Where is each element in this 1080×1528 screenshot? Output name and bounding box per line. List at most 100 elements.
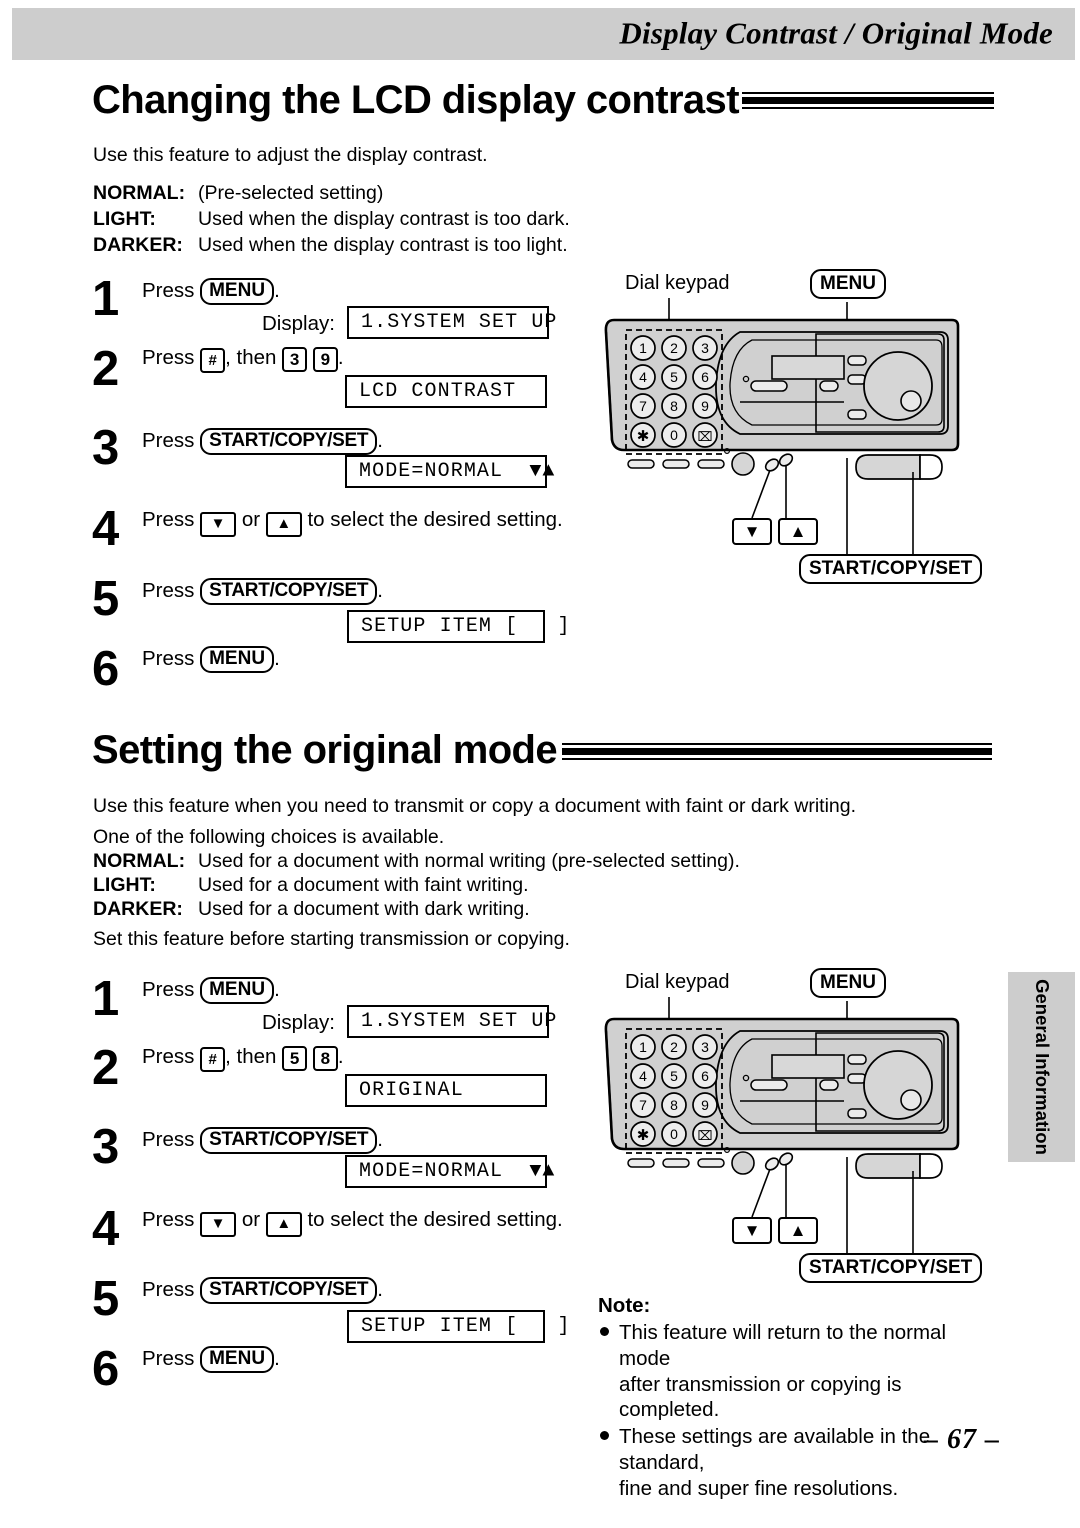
- outro-text-2: Set this feature before starting transmi…: [93, 928, 570, 950]
- press-word: Press: [142, 1347, 195, 1370]
- bullet-icon: [600, 1431, 609, 1441]
- step-tail: to select the desired setting.: [307, 508, 563, 531]
- step-tail: to select the desired setting.: [307, 1208, 563, 1231]
- lcd-display-1: 1.SYSTEM SET UP: [347, 306, 556, 339]
- step-tail: .: [274, 279, 280, 302]
- svg-text:✱: ✱: [637, 1127, 650, 1144]
- svg-text:✱: ✱: [637, 428, 650, 445]
- down-arrow-key-button[interactable]: ▼: [200, 1212, 237, 1237]
- definition-desc: Used when the display contrast is too li…: [198, 234, 568, 256]
- press-word: Press: [142, 1045, 195, 1068]
- start-copy-set-key-button[interactable]: START/COPY/SET: [200, 578, 378, 605]
- step-text-4b: Press ▼ or ▲ to select the desired setti…: [142, 1208, 563, 1237]
- press-word: Press: [142, 1208, 195, 1231]
- step-tail: .: [337, 346, 344, 369]
- step-text-3b: Press START/COPY/SET.: [142, 1127, 383, 1154]
- svg-text:4: 4: [639, 369, 647, 385]
- press-word: Press: [142, 508, 195, 531]
- fax-machine-figure-2: Dial keypad MENU START/COPY/SET 12 3 4 5…: [600, 961, 1000, 1291]
- menu-key-button[interactable]: MENU: [200, 646, 275, 673]
- press-word: Press: [142, 346, 195, 369]
- step-number-1b: 1: [92, 972, 119, 1026]
- digit-key-button-second[interactable]: 9: [312, 347, 338, 372]
- definition-desc: Used for a document with dark writing.: [198, 898, 530, 920]
- up-arrow-key-button[interactable]: ▲: [265, 512, 302, 537]
- step-text-4: Press ▼ or ▲ to select the desired setti…: [142, 508, 563, 537]
- down-arrow-key-button[interactable]: ▼: [200, 512, 237, 537]
- step-number-2: 2: [92, 342, 119, 396]
- step-number-3: 3: [92, 421, 119, 475]
- start-copy-set-key-button[interactable]: START/COPY/SET: [200, 1277, 378, 1304]
- digit-key-button-first[interactable]: 5: [282, 1046, 308, 1071]
- menu-key-button[interactable]: MENU: [200, 1346, 275, 1373]
- press-word: Press: [142, 1128, 195, 1151]
- step-number-5: 5: [92, 572, 119, 626]
- definition-desc: (Pre-selected setting): [198, 182, 384, 204]
- digit-key-button-first[interactable]: 3: [282, 347, 308, 372]
- digit-key-button-second[interactable]: 8: [312, 1046, 338, 1071]
- definition-row-normal-2: NORMAL: Used for a document with normal w…: [93, 848, 740, 874]
- definition-row-light-2: LIGHT: Used for a document with faint wri…: [93, 872, 529, 898]
- note-line-1: These settings are available in the stan…: [619, 1425, 931, 1475]
- step-number-4: 4: [92, 502, 119, 556]
- display-label-2: Display:: [262, 1011, 335, 1034]
- step-text-5b: Press START/COPY/SET.: [142, 1277, 383, 1304]
- step-text-6b: Press MENU.: [142, 1346, 280, 1373]
- hash-key-button[interactable]: #: [200, 348, 226, 373]
- press-word: Press: [142, 579, 195, 602]
- down-arrow-callout-key: ▼: [732, 518, 772, 545]
- step-number-6b: 6: [92, 1342, 119, 1396]
- step-tail: .: [377, 429, 383, 452]
- definition-row-darker-2: DARKER: Used for a document with dark wri…: [93, 896, 530, 922]
- press-word: Press: [142, 279, 195, 302]
- down-arrow-callout-key: ▼: [732, 1217, 772, 1244]
- note-item-1: This feature will return to the normal m…: [598, 1320, 998, 1423]
- lcd-display-2: LCD CONTRAST: [345, 375, 547, 408]
- definition-term: LIGHT:: [93, 874, 156, 896]
- intro-text-2: Use this feature when you need to transm…: [93, 795, 857, 817]
- start-copy-set-key-button[interactable]: START/COPY/SET: [200, 428, 378, 455]
- heading-rule: [742, 92, 994, 109]
- step-number-2b: 2: [92, 1041, 119, 1095]
- svg-text:6: 6: [701, 1068, 709, 1084]
- svg-text:3: 3: [701, 340, 709, 356]
- step-tail: .: [377, 579, 383, 602]
- svg-text:6: 6: [701, 369, 709, 385]
- step-number-6: 6: [92, 642, 119, 696]
- step-text-6: Press MENU.: [142, 646, 280, 673]
- svg-text:⌧: ⌧: [698, 1128, 713, 1143]
- svg-text:2: 2: [670, 1039, 678, 1055]
- start-copy-set-key-button[interactable]: START/COPY/SET: [200, 1127, 378, 1154]
- svg-text:9: 9: [701, 1097, 709, 1113]
- hash-key-button[interactable]: #: [200, 1047, 226, 1072]
- step-tail: .: [274, 647, 280, 670]
- note-line-2: fine and super fine resolutions.: [619, 1476, 899, 1500]
- section-heading-original-mode: Setting the original mode: [92, 728, 558, 772]
- svg-text:9: 9: [701, 398, 709, 414]
- svg-text:5: 5: [670, 1068, 678, 1084]
- up-arrow-callout-key: ▲: [778, 1217, 818, 1244]
- step-number-4b: 4: [92, 1202, 119, 1256]
- svg-text:0: 0: [670, 427, 678, 443]
- definition-term: DARKER:: [93, 898, 183, 920]
- press-word: Press: [142, 978, 195, 1001]
- menu-key-button[interactable]: MENU: [200, 977, 275, 1004]
- up-arrow-key-button[interactable]: ▲: [265, 1212, 302, 1237]
- svg-text:8: 8: [670, 398, 678, 414]
- step-number-5b: 5: [92, 1272, 119, 1326]
- or-word: or: [241, 508, 261, 531]
- menu-key-button[interactable]: MENU: [200, 278, 275, 305]
- definition-row-normal-1: NORMAL: (Pre-selected setting): [93, 180, 383, 206]
- step-text-1: Press MENU.: [142, 278, 280, 305]
- step-tail: .: [337, 1045, 344, 1068]
- section-heading-lcd-contrast: Changing the LCD display contrast: [92, 78, 740, 122]
- svg-text:8: 8: [670, 1097, 678, 1113]
- definition-desc: Used when the display contrast is too da…: [198, 208, 570, 230]
- lcd-display-7: MODE=NORMAL ▼▲: [345, 1155, 554, 1188]
- heading-rule: [562, 743, 992, 760]
- svg-text:⌧: ⌧: [698, 429, 713, 444]
- step-text-2: Press #, then 3 9.: [142, 346, 344, 373]
- lcd-display-8: SETUP ITEM [ ]: [347, 1310, 570, 1343]
- note-block: Note: This feature will return to the no…: [598, 1294, 998, 1502]
- step-tail: .: [377, 1128, 383, 1151]
